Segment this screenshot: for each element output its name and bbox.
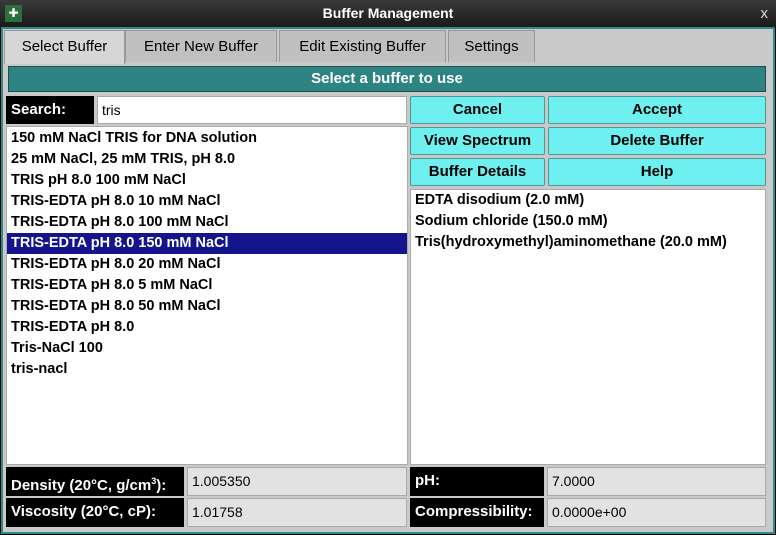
help-button[interactable]: Help bbox=[548, 158, 766, 186]
buffer-list-item[interactable]: TRIS-EDTA pH 8.0 50 mM NaCl bbox=[7, 296, 407, 317]
buffer-list-item[interactable]: tris-nacl bbox=[7, 359, 407, 380]
buffer-list-item[interactable]: TRIS-EDTA pH 8.0 bbox=[7, 317, 407, 338]
buffer-list-item[interactable]: Tris-NaCl 100 bbox=[7, 338, 407, 359]
delete-buffer-button[interactable]: Delete Buffer bbox=[548, 127, 766, 155]
view-spectrum-button[interactable]: View Spectrum bbox=[410, 127, 545, 155]
ph-value: 7.0000 bbox=[547, 467, 766, 496]
compressibility-value: 0.0000e+00 bbox=[547, 498, 766, 527]
tab-enter-new-buffer[interactable]: Enter New Buffer bbox=[125, 30, 277, 62]
tab-select-buffer[interactable]: Select Buffer bbox=[4, 30, 125, 64]
buffer-list-item[interactable]: TRIS-EDTA pH 8.0 100 mM NaCl bbox=[7, 212, 407, 233]
buffer-list-item[interactable]: TRIS-EDTA pH 8.0 10 mM NaCl bbox=[7, 191, 407, 212]
buffer-list[interactable]: 150 mM NaCl TRIS for DNA solution 25 mM N… bbox=[6, 126, 408, 465]
buffer-list-item[interactable]: TRIS pH 8.0 100 mM NaCl bbox=[7, 170, 407, 191]
app-icon: ✚ bbox=[5, 5, 22, 22]
viscosity-label: Viscosity (20°C, cP): bbox=[6, 498, 184, 527]
tab-edit-existing-buffer[interactable]: Edit Existing Buffer bbox=[279, 30, 446, 62]
accept-button[interactable]: Accept bbox=[548, 96, 766, 124]
density-label-text: Density (20°C, g/cm bbox=[11, 477, 152, 494]
buffer-list-item[interactable]: 150 mM NaCl TRIS for DNA solution bbox=[7, 128, 407, 149]
title-bar: Buffer Management bbox=[0, 0, 776, 27]
density-value: 1.005350 bbox=[187, 467, 407, 496]
component-item: Sodium chloride (150.0 mM) bbox=[415, 213, 608, 229]
component-list: EDTA disodium (2.0 mM) Sodium chloride (1… bbox=[410, 189, 766, 465]
window-title: Buffer Management bbox=[322, 5, 454, 21]
tab-settings[interactable]: Settings bbox=[448, 30, 535, 62]
viscosity-value: 1.01758 bbox=[187, 498, 407, 527]
density-label: Density (20°C, g/cm3): bbox=[6, 467, 184, 496]
buffer-list-item[interactable]: TRIS-EDTA pH 8.0 20 mM NaCl bbox=[7, 254, 407, 275]
buffer-list-item[interactable]: TRIS-EDTA pH 8.0 150 mM NaCl bbox=[7, 233, 407, 254]
density-label-suffix: ): bbox=[156, 477, 167, 494]
ph-label: pH: bbox=[410, 467, 544, 496]
cancel-button[interactable]: Cancel bbox=[410, 96, 545, 124]
component-item: Tris(hydroxymethyl)aminomethane (20.0 mM… bbox=[415, 234, 727, 250]
buffer-list-item[interactable]: TRIS-EDTA pH 8.0 5 mM NaCl bbox=[7, 275, 407, 296]
close-button[interactable]: x bbox=[761, 0, 769, 27]
search-label: Search: bbox=[6, 96, 94, 124]
component-item: EDTA disodium (2.0 mM) bbox=[415, 192, 585, 208]
compressibility-label: Compressibility: bbox=[410, 498, 544, 527]
buffer-list-item[interactable]: 25 mM NaCl, 25 mM TRIS, pH 8.0 bbox=[7, 149, 407, 170]
buffer-details-button[interactable]: Buffer Details bbox=[410, 158, 545, 186]
search-input[interactable]: tris bbox=[97, 96, 407, 124]
banner: Select a buffer to use bbox=[8, 66, 766, 92]
